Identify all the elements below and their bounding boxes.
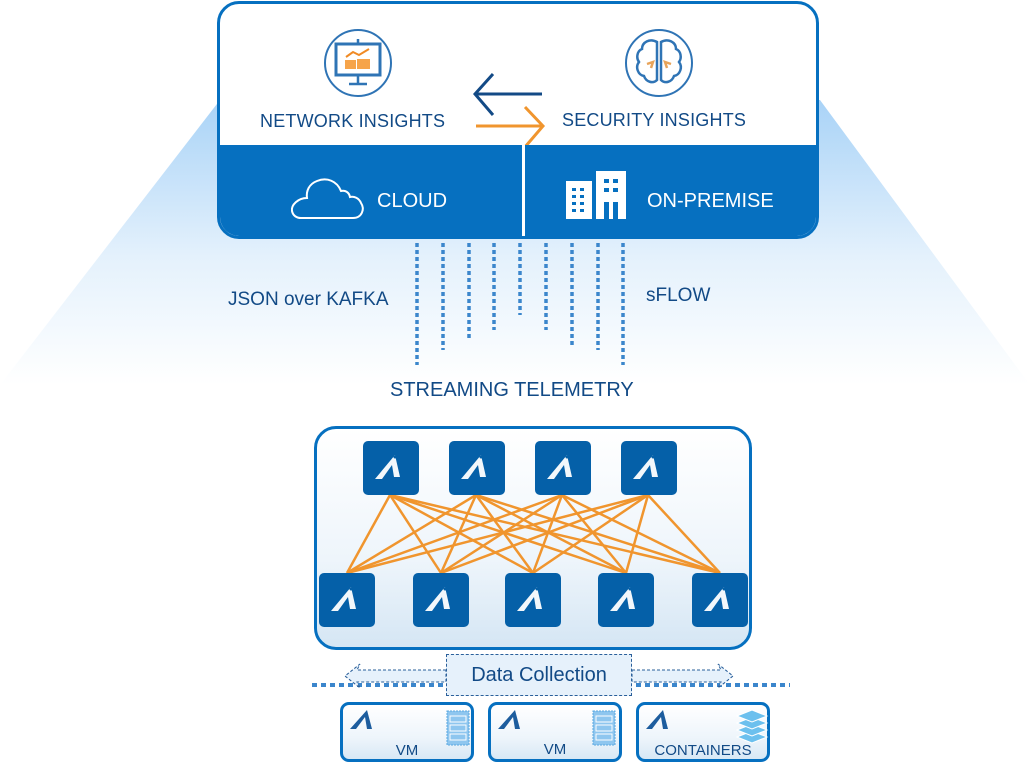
host-label: VM bbox=[395, 742, 419, 759]
host-card-vm-1: VM bbox=[340, 702, 474, 762]
data-collection-box: Data Collection bbox=[446, 654, 632, 696]
host-label: VM bbox=[543, 741, 567, 758]
host-label: CONTAINERS bbox=[654, 742, 752, 759]
arista-logo-icon bbox=[498, 710, 520, 729]
layers-icon bbox=[735, 709, 769, 744]
arista-logo-icon bbox=[350, 710, 372, 729]
host-card-containers: CONTAINERS bbox=[636, 702, 770, 762]
host-card-vm-2: VM bbox=[488, 702, 622, 762]
arista-logo-icon bbox=[646, 710, 668, 729]
